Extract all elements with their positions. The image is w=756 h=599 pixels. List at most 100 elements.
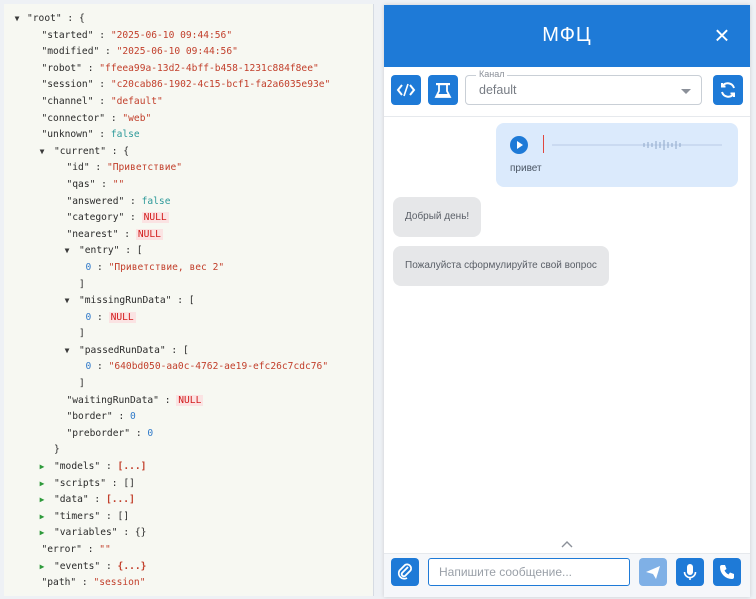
json-separator: :	[124, 212, 142, 224]
json-row[interactable]: ▶ "scripts" : []	[4, 476, 373, 493]
json-row[interactable]: ▼ "root" : {	[4, 11, 373, 28]
json-row: "unknown" : false	[4, 127, 373, 144]
json-row: "category" : NULL	[4, 210, 373, 227]
json-separator: :	[91, 361, 109, 373]
json-row[interactable]: ▶ "data" : [...]	[4, 492, 373, 509]
json-key: "waitingRunData"	[66, 394, 159, 406]
json-value: "default"	[110, 95, 163, 107]
json-value: 0	[147, 427, 154, 439]
waveform-icon[interactable]	[552, 139, 722, 151]
microphone-button[interactable]	[676, 558, 704, 586]
json-value: "2025-06-10 09:44:56"	[116, 46, 238, 58]
chevron-down-icon	[681, 89, 691, 94]
json-key: "error"	[41, 544, 82, 555]
caret-down-icon[interactable]: ▼	[62, 293, 72, 309]
json-value: false	[141, 195, 171, 207]
paperclip-icon	[397, 563, 412, 580]
phone-icon	[720, 565, 734, 579]
caret-right-icon[interactable]: ▶	[37, 525, 47, 541]
caret-right-icon[interactable]: ▶	[37, 492, 47, 508]
json-value[interactable]: {...}	[118, 561, 147, 572]
json-value: "web"	[122, 112, 152, 124]
caret-right-icon[interactable]: ▶	[37, 459, 47, 475]
json-separator: :	[117, 527, 135, 539]
json-value: ""	[99, 544, 111, 555]
caret-down-icon[interactable]: ▼	[62, 243, 72, 259]
json-row[interactable]: ▼ "passedRunData" : [	[4, 343, 373, 360]
json-separator: : {	[105, 145, 130, 157]
flask-icon	[434, 83, 452, 98]
json-key: "qas"	[66, 178, 96, 190]
json-value: "2025-06-10 09:44:56"	[110, 29, 233, 41]
json-row[interactable]: ▶ "events" : {...}	[4, 559, 373, 576]
channel-select[interactable]: Канал default	[465, 69, 702, 105]
json-separator: :	[89, 162, 107, 174]
json-value: NULL	[176, 394, 204, 406]
refresh-button[interactable]	[713, 75, 743, 105]
json-separator: :	[91, 261, 109, 273]
chat-header: МФЦ ×	[384, 5, 750, 67]
json-key: "timers"	[54, 510, 101, 522]
test-button[interactable]	[428, 75, 458, 105]
json-bracket-text: ]	[79, 328, 85, 340]
json-value[interactable]: [...]	[106, 494, 135, 505]
json-row[interactable]: ▼ "missingRunData" : [	[4, 293, 373, 310]
json-bracket-text: ]	[79, 278, 85, 290]
json-key: "channel"	[41, 95, 94, 107]
json-row[interactable]: ▶ "models" : [...]	[4, 459, 373, 476]
json-bracket-text: }	[54, 444, 60, 456]
json-value: NULL	[108, 311, 136, 323]
json-row: 0 : "Приветствие, вес 2"	[4, 260, 373, 277]
json-row[interactable]: ▼ "current" : {	[4, 144, 373, 161]
json-bracket: }	[4, 442, 373, 459]
json-value: "Приветствие, вес 2"	[108, 261, 225, 273]
json-key: "missingRunData"	[79, 295, 172, 307]
json-row: 0 : "640bd050-aa0c-4762-ae19-efc26c7cdc7…	[4, 359, 373, 376]
caret-right-icon[interactable]: ▶	[37, 509, 47, 525]
json-value[interactable]: [...]	[118, 461, 147, 472]
panel-scrollbar[interactable]	[373, 12, 374, 572]
json-row: "preborder" : 0	[4, 426, 373, 443]
json-tree: ▼ "root" : {"started" : "2025-06-10 09:44…	[4, 4, 373, 592]
json-separator: :	[130, 427, 148, 439]
json-key: "scripts"	[54, 477, 106, 489]
json-row: "error" : ""	[4, 542, 373, 559]
json-row[interactable]: ▶ "variables" : {}	[4, 525, 373, 542]
json-key: "unknown"	[41, 129, 94, 141]
json-value: []	[117, 510, 130, 522]
caret-right-icon[interactable]: ▶	[37, 559, 47, 575]
caret-down-icon[interactable]: ▼	[62, 343, 72, 359]
chat-widget: МФЦ × Канал default привет Добрый день! …	[384, 5, 750, 597]
message-input[interactable]	[428, 558, 630, 586]
json-key: "events"	[54, 560, 101, 572]
json-separator: :	[124, 195, 142, 207]
attach-button[interactable]	[391, 558, 419, 586]
json-key: "variables"	[54, 527, 118, 539]
json-row[interactable]: ▶ "timers" : []	[4, 509, 373, 526]
json-separator: :	[93, 95, 111, 107]
json-key: "entry"	[79, 245, 120, 257]
json-separator: :	[99, 46, 117, 58]
json-row[interactable]: ▼ "entry" : [	[4, 243, 373, 260]
caret-down-icon[interactable]: ▼	[37, 144, 47, 160]
caret-right-icon[interactable]: ▶	[37, 476, 47, 492]
play-icon[interactable]	[510, 136, 528, 154]
json-key: "category"	[66, 212, 125, 224]
json-separator: :	[118, 228, 136, 240]
json-inspector-panel: ▼ "root" : {"started" : "2025-06-10 09:44…	[4, 4, 374, 596]
json-separator: : [	[119, 245, 143, 257]
json-row: "waitingRunData" : NULL	[4, 393, 373, 410]
json-value: "640bd050-aa0c-4762-ae19-efc26c7cdc76"	[108, 361, 329, 373]
send-button[interactable]	[639, 558, 667, 586]
json-row: "started" : "2025-06-10 09:44:56"	[4, 28, 373, 45]
json-value: ""	[112, 178, 125, 190]
caret-down-icon[interactable]: ▼	[12, 11, 22, 27]
json-row: "nearest" : NULL	[4, 227, 373, 244]
call-button[interactable]	[713, 558, 741, 586]
json-bracket: ]	[4, 376, 373, 393]
code-view-button[interactable]	[391, 75, 421, 105]
json-row: "qas" : ""	[4, 177, 373, 194]
json-row: "answered" : false	[4, 194, 373, 211]
chevron-up-icon[interactable]	[556, 537, 578, 551]
close-icon[interactable]: ×	[710, 21, 734, 49]
